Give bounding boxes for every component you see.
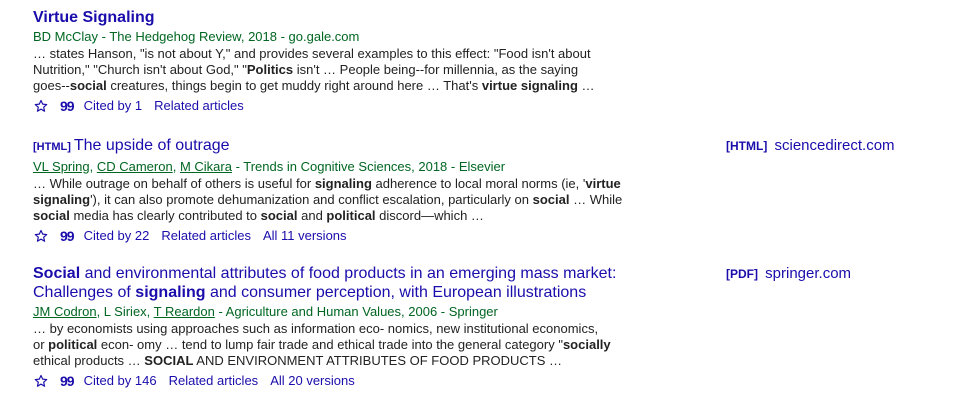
result-title-link[interactable]: Social and environmental attributes of f… [33, 264, 633, 302]
result-title-link[interactable]: [HTML] The upside of outrage [33, 136, 633, 157]
star-icon[interactable] [34, 229, 48, 243]
author-link[interactable]: JM Codron [33, 304, 97, 319]
search-result: Virtue Signaling BD McClay - The Hedgeho… [33, 8, 633, 114]
related-articles-link[interactable]: Related articles [154, 98, 244, 114]
quote-icon[interactable]: 99 [60, 228, 75, 244]
all-versions-link[interactable]: All 11 versions [263, 228, 347, 244]
format-tag: [PDF] [726, 267, 758, 281]
search-result: [HTML] The upside of outrage VL Spring, C… [33, 136, 633, 244]
fulltext-link[interactable]: [PDF] springer.com [726, 265, 851, 282]
cited-by-link[interactable]: Cited by 22 [84, 228, 150, 244]
author-link[interactable]: M Cikara [180, 159, 232, 174]
result-snippet: … states Hanson, "is not about Y," and p… [33, 46, 595, 93]
all-versions-link[interactable]: All 20 versions [270, 373, 355, 389]
result-snippet: … by economists using approaches such as… [33, 321, 611, 368]
format-tag: [HTML] [726, 139, 768, 153]
result-actions: 99 Cited by 1 Related articles [33, 98, 633, 114]
search-result: Social and environmental attributes of f… [33, 264, 633, 389]
cited-by-link[interactable]: Cited by 1 [84, 98, 143, 114]
result-snippet: … While outrage on behalf of others is u… [33, 176, 623, 223]
quote-icon[interactable]: 99 [60, 98, 75, 114]
star-icon[interactable] [34, 99, 48, 113]
author-link[interactable]: T Reardon [154, 304, 215, 319]
result-title-link[interactable]: Virtue Signaling [33, 8, 633, 27]
related-articles-link[interactable]: Related articles [161, 228, 251, 244]
cited-by-link[interactable]: Cited by 146 [84, 373, 157, 389]
result-actions: 99 Cited by 22 Related articles All 11 v… [33, 228, 633, 244]
author-link[interactable]: CD Cameron [97, 159, 173, 174]
result-meta: JM Codron, L Siriex, T Reardon - Agricul… [33, 304, 498, 319]
author-link[interactable]: VL Spring [33, 159, 90, 174]
result-meta: VL Spring, CD Cameron, M Cikara - Trends… [33, 159, 506, 174]
format-tag: [HTML] [33, 141, 71, 153]
related-articles-link[interactable]: Related articles [169, 373, 259, 389]
result-actions: 99 Cited by 146 Related articles All 20 … [33, 373, 633, 389]
fulltext-link[interactable]: [HTML] sciencedirect.com [726, 137, 895, 154]
star-icon[interactable] [34, 374, 48, 388]
result-meta: BD McClay - The Hedgehog Review, 2018 - … [33, 29, 360, 44]
quote-icon[interactable]: 99 [60, 373, 75, 389]
